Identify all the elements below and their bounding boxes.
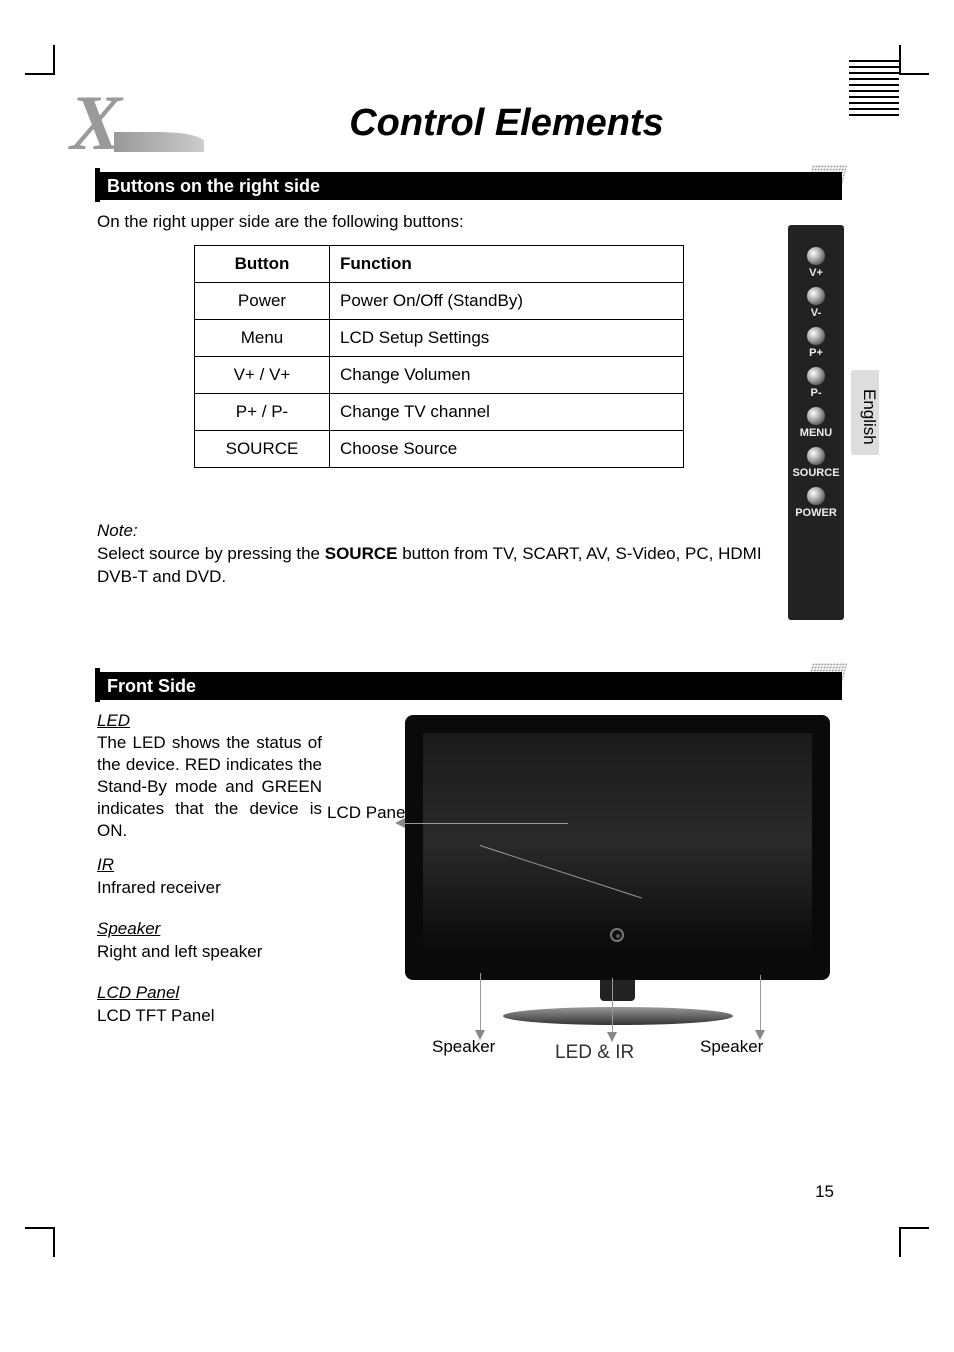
callout-line [403, 823, 568, 824]
led-text: The LED shows the status of the device. … [97, 732, 322, 842]
th-function: Function [330, 246, 684, 283]
panel-button-icon [807, 407, 825, 425]
panel-button-icon [807, 247, 825, 265]
callout-line [480, 973, 481, 1035]
ir-text: Infrared receiver [97, 877, 397, 899]
swoosh-icon [114, 132, 204, 152]
table-row: V+ / V+Change Volumen [195, 357, 684, 394]
page-number: 15 [815, 1182, 834, 1202]
lcd-text: LCD TFT Panel [97, 1005, 397, 1027]
tv-diagram [405, 715, 830, 1025]
speaker-text: Right and left speaker [97, 941, 397, 963]
crop-mark [899, 45, 929, 75]
page-title: Control Elements [204, 102, 849, 145]
ir-sensor-icon [610, 928, 624, 942]
panel-button-icon [807, 287, 825, 305]
note-block: Note: Select source by pressing the SOUR… [97, 520, 777, 589]
arrow-down-icon [607, 1032, 617, 1042]
panel-label: MENU [800, 427, 832, 439]
arrow-left-icon [395, 818, 405, 828]
language-tab: English [851, 370, 879, 455]
callout-line [760, 975, 761, 1035]
tv-stand-icon [503, 1007, 733, 1025]
table-row: MenuLCD Setup Settings [195, 320, 684, 357]
panel-button-icon [807, 327, 825, 345]
diagram-label-speaker-right: Speaker [700, 1037, 763, 1057]
crop-mark [25, 45, 55, 75]
panel-label: POWER [795, 507, 837, 519]
section-heading-front: Front Side [97, 672, 842, 700]
diagram-label-speaker-left: Speaker [432, 1037, 495, 1057]
table-row: SOURCEChoose Source [195, 431, 684, 468]
table-row: PowerPower On/Off (StandBy) [195, 283, 684, 320]
registration-lines [849, 60, 899, 120]
ir-heading: IR [97, 855, 114, 875]
th-button: Button [195, 246, 330, 283]
callout-line [612, 978, 613, 1036]
led-heading: LED [97, 711, 130, 731]
intro-text: On the right upper side are the followin… [97, 212, 464, 232]
panel-button-icon [807, 487, 825, 505]
crop-mark [25, 1227, 55, 1257]
section-heading-buttons: Buttons on the right side [97, 172, 842, 200]
page-header: X Control Elements [70, 92, 849, 154]
panel-label: P+ [809, 347, 823, 359]
diagram-label-led-ir: LED & IR [555, 1042, 634, 1064]
panel-label: V- [811, 307, 821, 319]
panel-label: V+ [809, 267, 823, 279]
note-bold: SOURCE [325, 544, 398, 563]
note-label: Note: [97, 521, 138, 540]
side-button-panel: V+ V- P+ P- MENU SOURCE POWER [788, 225, 844, 620]
note-pre: Select source by pressing the [97, 544, 325, 563]
speaker-heading: Speaker [97, 919, 160, 939]
buttons-table: Button Function PowerPower On/Off (Stand… [194, 245, 684, 468]
panel-button-icon [807, 447, 825, 465]
panel-label: SOURCE [792, 467, 839, 479]
table-row: P+ / P-Change TV channel [195, 394, 684, 431]
panel-button-icon [807, 367, 825, 385]
panel-label: P- [811, 387, 822, 399]
crop-mark [899, 1227, 929, 1257]
lcd-heading: LCD Panel [97, 983, 179, 1003]
